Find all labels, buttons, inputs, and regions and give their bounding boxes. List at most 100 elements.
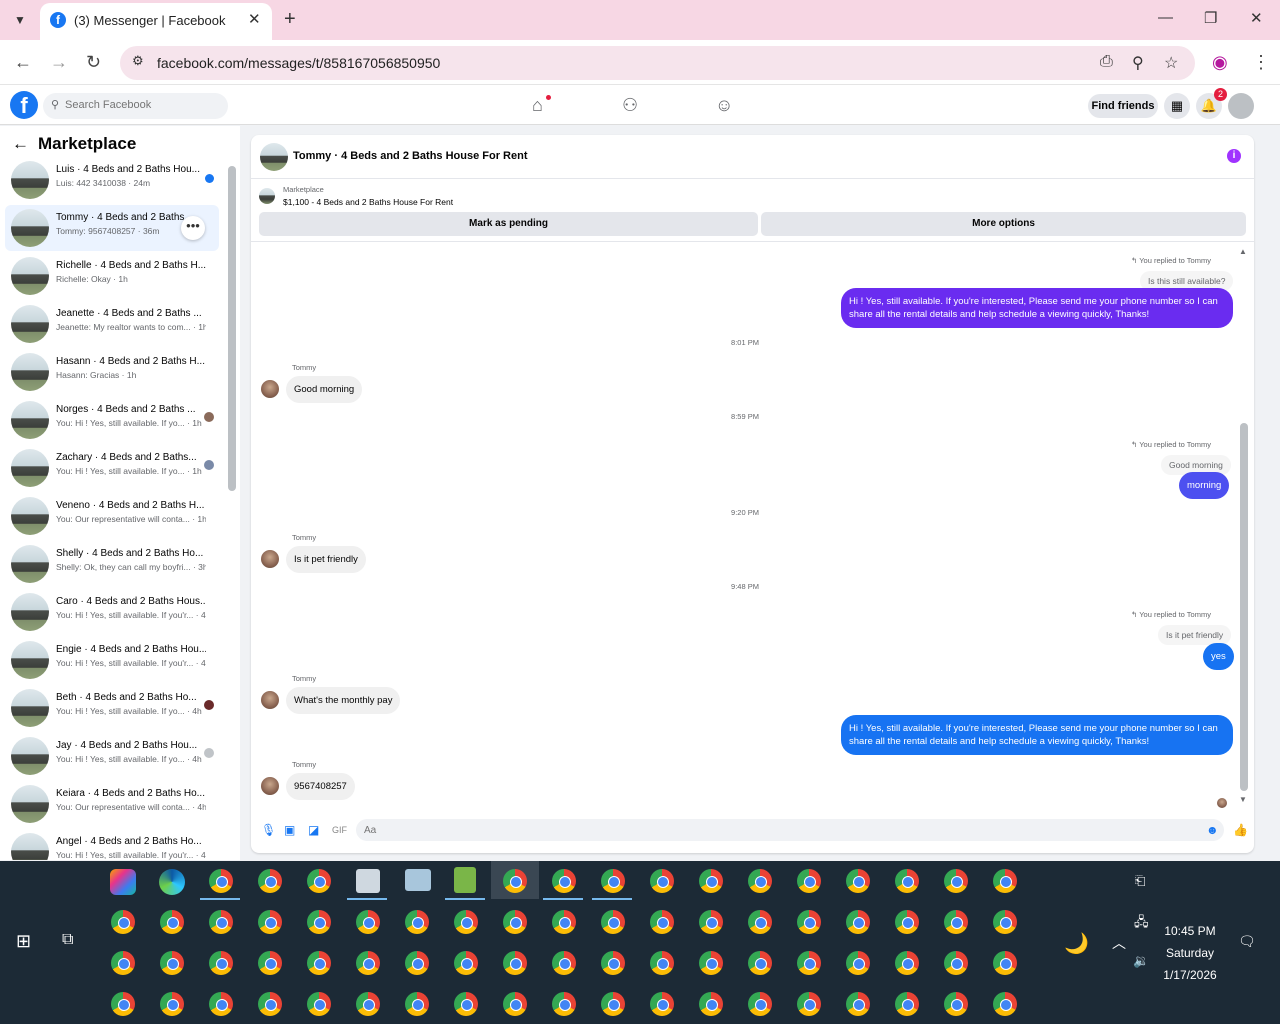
incoming-message[interactable]: What's the monthly pay: [286, 687, 401, 714]
chrome-profile-icon[interactable]: [258, 869, 282, 893]
chrome-profile-icon[interactable]: [748, 951, 772, 975]
chrome-profile-icon[interactable]: [552, 869, 576, 893]
chrome-profile-icon[interactable]: [160, 910, 184, 934]
conversation-item[interactable]: Angel · 4 Beds and 2 Baths Ho... You: Hi …: [5, 829, 219, 860]
chrome-profile-icon[interactable]: [944, 951, 968, 975]
like-thumb-icon[interactable]: 👍: [1233, 823, 1248, 837]
chrome-profile-icon[interactable]: [699, 869, 723, 893]
chrome-profile-icon[interactable]: [552, 992, 576, 1016]
facebook-logo-icon[interactable]: f: [10, 91, 38, 119]
chrome-profile-icon[interactable]: [405, 992, 429, 1016]
conversation-item[interactable]: Luis · 4 Beds and 2 Baths Hou... Luis: 44…: [5, 157, 219, 203]
chrome-profile-icon[interactable]: [944, 869, 968, 893]
chrome-profile-icon[interactable]: [797, 910, 821, 934]
back-arrow-icon[interactable]: ←: [12, 134, 29, 154]
chat-title[interactable]: Tommy · 4 Beds and 2 Baths House For Ren…: [293, 150, 528, 162]
chrome-profile-icon[interactable]: [209, 992, 233, 1016]
chrome-profile-icon[interactable]: [503, 869, 527, 893]
edge-icon[interactable]: [159, 869, 185, 895]
tray-app-icon[interactable]: ⎗: [1135, 873, 1145, 889]
chrome-profile-icon[interactable]: [748, 992, 772, 1016]
home-icon[interactable]: ⌂: [532, 95, 543, 116]
tab-search-button[interactable]: ▼: [8, 8, 32, 32]
network-icon[interactable]: 🖧: [1134, 913, 1149, 935]
new-tab-icon[interactable]: +: [284, 8, 296, 31]
reload-icon[interactable]: ↻: [86, 52, 101, 73]
minimize-icon[interactable]: —: [1158, 9, 1173, 26]
url-text[interactable]: facebook.com/messages/t/858167056850950: [157, 55, 440, 71]
copilot-icon[interactable]: [110, 869, 136, 895]
bookmark-star-icon[interactable]: ☆: [1164, 53, 1178, 73]
task-view-icon[interactable]: ⧉: [62, 931, 73, 949]
app-icon[interactable]: [405, 869, 431, 891]
conversation-item[interactable]: Hasann · 4 Beds and 2 Baths H... Hasann: …: [5, 349, 219, 395]
chrome-profile-icon[interactable]: [552, 910, 576, 934]
conversation-item[interactable]: Engie · 4 Beds and 2 Baths Hou... You: Hi…: [5, 637, 219, 683]
close-tab-icon[interactable]: ✕: [248, 10, 261, 28]
conversation-more-icon[interactable]: •••: [181, 216, 205, 240]
conversation-item[interactable]: Richelle · 4 Beds and 2 Baths H... Richel…: [5, 253, 219, 299]
omnibox[interactable]: ⚙ facebook.com/messages/t/85816705685095…: [120, 46, 1195, 80]
windows-start-icon[interactable]: ⊞: [16, 931, 31, 952]
chrome-profile-icon[interactable]: [111, 951, 135, 975]
conversation-item[interactable]: Tommy · 4 Beds and 2 Baths... Tommy: 9567…: [5, 205, 219, 251]
outgoing-message[interactable]: yes: [1203, 643, 1234, 670]
conversation-item[interactable]: Norges · 4 Beds and 2 Baths ... You: Hi !…: [5, 397, 219, 443]
groups-icon[interactable]: ☺: [715, 95, 733, 116]
outgoing-message[interactable]: morning: [1179, 472, 1230, 499]
sender-avatar[interactable]: [261, 380, 279, 398]
listing-price-title[interactable]: $1,100 - 4 Beds and 2 Baths House For Re…: [283, 197, 453, 207]
chrome-profile-icon[interactable]: [209, 951, 233, 975]
tray-overflow-icon[interactable]: ︿: [1112, 933, 1126, 953]
scroll-up-icon[interactable]: ▲: [1239, 247, 1247, 256]
system-clock[interactable]: 10:45 PM Saturday 1/17/2026: [1150, 920, 1230, 986]
chrome-profile-icon[interactable]: [699, 992, 723, 1016]
chrome-profile-icon[interactable]: [454, 910, 478, 934]
more-options-button[interactable]: More options: [761, 212, 1246, 236]
sender-avatar[interactable]: [261, 691, 279, 709]
chrome-profile-icon[interactable]: [797, 869, 821, 893]
conversation-list-scrollbar[interactable]: [228, 166, 236, 491]
zoom-icon[interactable]: ⚲: [1132, 53, 1144, 73]
conversation-item[interactable]: Caro · 4 Beds and 2 Baths Hous... You: Hi…: [5, 589, 219, 635]
chrome-profile-icon[interactable]: [111, 910, 135, 934]
find-friends-button[interactable]: Find friends: [1088, 94, 1158, 118]
chrome-profile-icon[interactable]: [944, 910, 968, 934]
chrome-profile-icon[interactable]: [846, 992, 870, 1016]
chrome-profile-icon[interactable]: [993, 869, 1017, 893]
conversation-item[interactable]: Jeanette · 4 Beds and 2 Baths ... Jeanett…: [5, 301, 219, 347]
chrome-profile-icon[interactable]: [895, 910, 919, 934]
chrome-profile-icon[interactable]: [503, 951, 527, 975]
chrome-profile-icon[interactable]: [650, 869, 674, 893]
conversation-item[interactable]: Keiara · 4 Beds and 2 Baths Ho... You: Ou…: [5, 781, 219, 827]
chat-listing-avatar[interactable]: [260, 143, 288, 171]
chrome-profile-icon[interactable]: [258, 910, 282, 934]
chrome-profile-icon[interactable]: [944, 992, 968, 1016]
chrome-profile-icon[interactable]: [503, 910, 527, 934]
conversation-item[interactable]: Veneno · 4 Beds and 2 Baths H... You: Our…: [5, 493, 219, 539]
chrome-profile-icon[interactable]: [993, 951, 1017, 975]
chrome-profile-icon[interactable]: [307, 910, 331, 934]
conversation-item[interactable]: Shelly · 4 Beds and 2 Baths Ho... Shelly:…: [5, 541, 219, 587]
sender-avatar[interactable]: [261, 550, 279, 568]
chrome-profile-icon[interactable]: [356, 992, 380, 1016]
gif-icon[interactable]: GIF: [332, 825, 347, 835]
chrome-profile-icon[interactable]: [601, 910, 625, 934]
chrome-profile-icon[interactable]: [405, 910, 429, 934]
incoming-message[interactable]: 9567408257: [286, 773, 355, 800]
incoming-message[interactable]: Good morning: [286, 376, 363, 403]
message-input[interactable]: [356, 819, 1224, 841]
chrome-profile-icon[interactable]: [797, 992, 821, 1016]
browser-tab[interactable]: f (3) Messenger | Facebook ✕: [40, 3, 272, 40]
chrome-profile-icon[interactable]: [846, 869, 870, 893]
chrome-profile-icon[interactable]: [993, 992, 1017, 1016]
notification-center-icon[interactable]: 🗨: [1238, 933, 1256, 950]
mark-as-pending-button[interactable]: Mark as pending: [259, 212, 758, 236]
chrome-profile-icon[interactable]: [895, 869, 919, 893]
chrome-profile-icon[interactable]: [258, 992, 282, 1016]
weather-moon-icon[interactable]: 🌙: [1064, 931, 1089, 956]
chrome-profile-icon[interactable]: [846, 951, 870, 975]
conversation-item[interactable]: Jay · 4 Beds and 2 Baths Hou... You: Hi !…: [5, 733, 219, 779]
outgoing-message[interactable]: Hi ! Yes, still available. If you're int…: [841, 288, 1233, 328]
chrome-profile-icon[interactable]: [699, 910, 723, 934]
